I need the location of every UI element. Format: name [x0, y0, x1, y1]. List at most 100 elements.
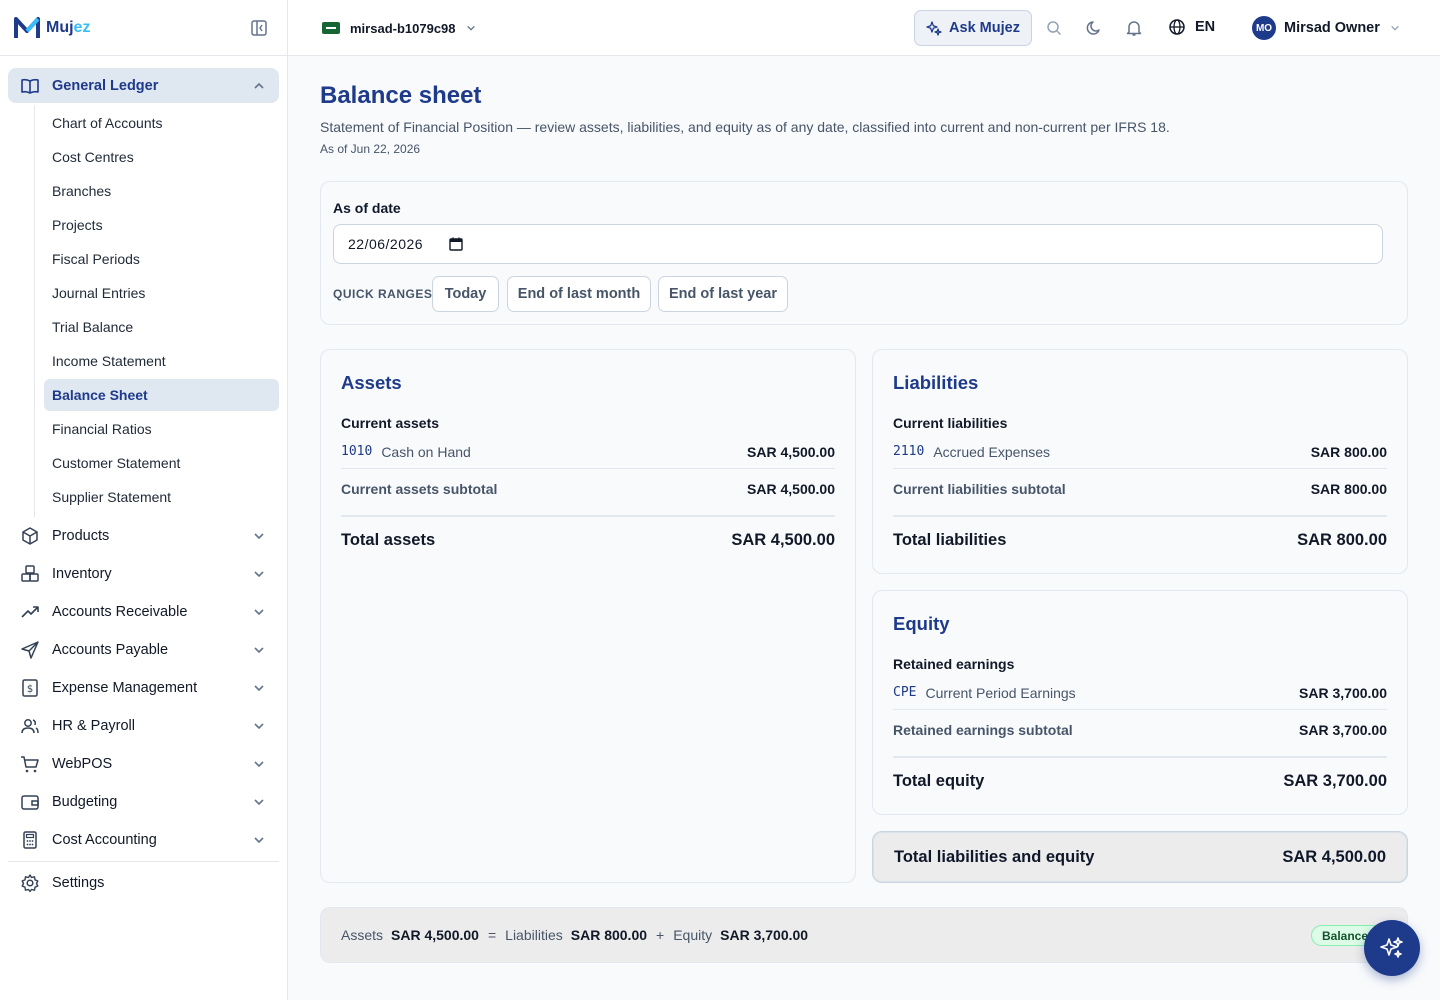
page-title: Balance sheet — [320, 82, 482, 109]
table-row[interactable]: 1010 Cash on Hand SAR 4,500.00 — [341, 435, 835, 469]
sidebar-item-projects[interactable]: Projects — [44, 209, 279, 241]
account-name: Accrued Expenses — [933, 443, 1051, 460]
sidebar-item-chart-of-accounts[interactable]: Chart of Accounts — [44, 107, 279, 139]
sidebar-item-webpos[interactable]: WebPOS — [8, 745, 279, 783]
book-open-icon — [20, 76, 40, 96]
users-icon — [20, 716, 40, 736]
brand[interactable]: Mujez — [0, 0, 287, 56]
liabilities-title: Liabilities — [893, 372, 979, 393]
total-assets-amount: SAR 4,500.00 — [731, 531, 835, 549]
language-switcher[interactable]: EN — [1168, 18, 1215, 36]
sidebar-item-label: HR & Payroll — [52, 718, 135, 734]
sidebar-item-label: Settings — [52, 875, 105, 891]
as-of-date-text: As of Jun 22, 2026 — [320, 142, 421, 156]
account-amount: SAR 4,500.00 — [747, 443, 835, 460]
sidebar-item-label: WebPOS — [52, 756, 113, 772]
accounting-equation-bar: Assets SAR 4,500.00 = Liabilities SAR 80… — [320, 907, 1408, 963]
sidebar-item-products[interactable]: Products — [8, 517, 279, 555]
user-menu[interactable]: MO Mirsad Owner — [1252, 16, 1400, 40]
quick-range-end-of-last-month-button[interactable]: End of last month — [507, 276, 651, 312]
chevron-down-icon — [254, 647, 264, 654]
sidebar-item-balance-sheet[interactable]: Balance Sheet — [44, 379, 279, 411]
ai-assistant-fab[interactable] — [1364, 920, 1420, 976]
sidebar-item-accounts-payable[interactable]: Accounts Payable — [8, 631, 279, 669]
date-value: 22/06/2026 — [348, 236, 424, 252]
subtotal-amount: SAR 4,500.00 — [747, 481, 835, 497]
sidebar-item-income-statement[interactable]: Income Statement — [44, 345, 279, 377]
assets-card: Assets Current assets 1010 Cash on Hand … — [320, 349, 856, 883]
ask-mujez-label: Ask Mujez — [949, 20, 1020, 36]
total-liabilities-amount: SAR 800.00 — [1297, 531, 1387, 549]
sidebar-collapse-icon[interactable] — [250, 19, 268, 37]
sidebar-item-accounts-receivable[interactable]: Accounts Receivable — [8, 593, 279, 631]
liabilities-card: Liabilities Current liabilities 2110 Acc… — [872, 349, 1408, 574]
sidebar-item-supplier-statement[interactable]: Supplier Statement — [44, 481, 279, 513]
chevron-down-icon — [466, 25, 475, 31]
sidebar-nav: General Ledger Chart of Accounts Cost Ce… — [0, 56, 287, 902]
organization-switcher[interactable]: mirsad-b1079c98 — [322, 14, 476, 42]
avatar: MO — [1252, 16, 1276, 40]
chevron-down-icon — [1391, 25, 1399, 31]
calculator-icon — [20, 830, 40, 850]
sidebar-item-cost-accounting[interactable]: Cost Accounting — [8, 821, 279, 859]
quick-range-today-button[interactable]: Today — [432, 276, 499, 312]
account-code: CPE — [893, 685, 917, 700]
equation-equity-value: SAR 3,700.00 — [720, 927, 809, 943]
chevron-down-icon — [254, 533, 264, 540]
table-row[interactable]: CPE Current Period Earnings SAR 3,700.00 — [893, 676, 1387, 710]
sidebar-item-customer-statement[interactable]: Customer Statement — [44, 447, 279, 479]
sidebar-item-fiscal-periods[interactable]: Fiscal Periods — [44, 243, 279, 275]
sparkles-icon — [926, 21, 942, 36]
total-liabilities-label: Total liabilities — [893, 531, 1007, 549]
sidebar-item-hr-payroll[interactable]: HR & Payroll — [8, 707, 279, 745]
equity-title: Equity — [893, 613, 950, 634]
mujez-logo-icon — [14, 16, 40, 38]
moon-icon[interactable] — [1085, 19, 1103, 37]
equation-assets-value: SAR 4,500.00 — [391, 927, 479, 943]
chevron-down-icon — [254, 685, 264, 692]
sidebar-group-general-ledger[interactable]: General Ledger — [8, 68, 279, 103]
sidebar-item-branches[interactable]: Branches — [44, 175, 279, 207]
assets-title: Assets — [341, 372, 402, 393]
sidebar: Mujez General Ledger Chart of Accounts C… — [0, 0, 288, 1000]
total-divider — [341, 515, 835, 517]
sidebar-item-trial-balance[interactable]: Trial Balance — [44, 311, 279, 343]
topbar: mirsad-b1079c98 Ask Mujez EN MO Mirsad O… — [288, 0, 1440, 56]
quick-range-end-of-last-year-button[interactable]: End of last year — [658, 276, 788, 312]
sidebar-item-financial-ratios[interactable]: Financial Ratios — [44, 413, 279, 445]
sidebar-item-label: Cost Accounting — [52, 832, 157, 848]
equation-equity-label: Equity — [673, 927, 713, 943]
search-icon[interactable] — [1045, 19, 1063, 37]
sidebar-item-cost-centres[interactable]: Cost Centres — [44, 141, 279, 173]
bell-icon[interactable] — [1125, 19, 1143, 37]
current-liabilities-heading: Current liabilities — [893, 415, 1008, 431]
equity-card: Equity Retained earnings CPE Current Per… — [872, 590, 1408, 815]
gear-icon — [20, 873, 40, 893]
total-liabilities-row: Total liabilities SAR 800.00 — [893, 531, 1387, 550]
sidebar-item-settings[interactable]: Settings — [8, 864, 279, 902]
total-equity-row: Total equity SAR 3,700.00 — [893, 772, 1387, 791]
sidebar-item-journal-entries[interactable]: Journal Entries — [44, 277, 279, 309]
as-of-date-input[interactable]: 22/06/2026 — [333, 224, 1383, 264]
total-equity-amount: SAR 3,700.00 — [1283, 772, 1387, 790]
cart-icon — [20, 754, 40, 774]
sidebar-item-inventory[interactable]: Inventory — [8, 555, 279, 593]
total-le-amount: SAR 4,500.00 — [1282, 847, 1386, 866]
total-divider — [893, 515, 1387, 517]
sidebar-divider — [8, 861, 279, 862]
subtotal-label: Current liabilities subtotal — [893, 481, 1066, 497]
as-of-date-label: As of date — [333, 200, 401, 216]
table-row[interactable]: 2110 Accrued Expenses SAR 800.00 — [893, 435, 1387, 469]
total-assets-row: Total assets SAR 4,500.00 — [341, 531, 835, 550]
subtotal-label: Retained earnings subtotal — [893, 722, 1073, 738]
send-icon — [20, 640, 40, 660]
account-code: 1010 — [341, 444, 373, 459]
sidebar-item-label: Budgeting — [52, 794, 118, 810]
sidebar-item-expense-management[interactable]: $ Expense Management — [8, 669, 279, 707]
calendar-icon[interactable] — [449, 237, 463, 251]
current-assets-subtotal-row: Current assets subtotal SAR 4,500.00 — [341, 472, 835, 506]
sidebar-item-budgeting[interactable]: Budgeting — [8, 783, 279, 821]
ask-mujez-button[interactable]: Ask Mujez — [914, 10, 1032, 46]
account-name: Cash on Hand — [381, 443, 471, 460]
total-assets-label: Total assets — [341, 531, 436, 549]
